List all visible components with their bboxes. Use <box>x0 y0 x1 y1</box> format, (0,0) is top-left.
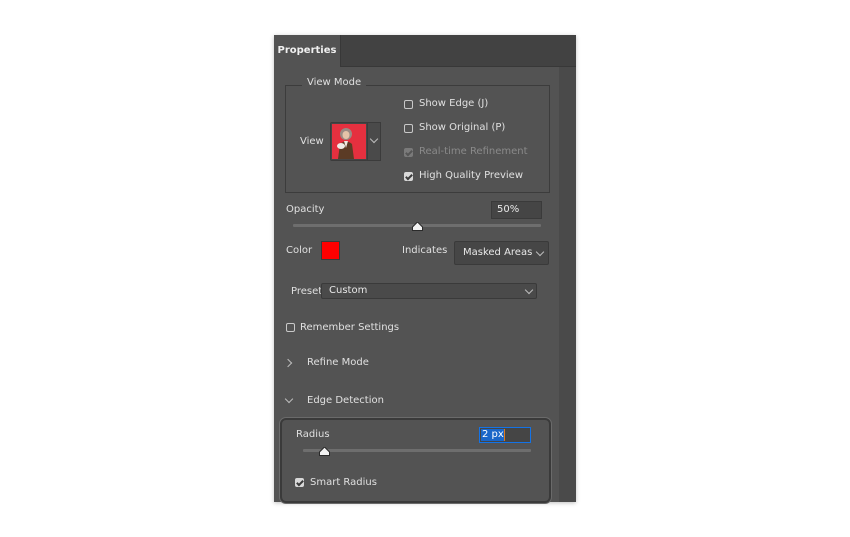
indicates-value: Masked Areas <box>463 247 533 258</box>
remember-settings-checkbox[interactable] <box>286 323 295 332</box>
panel-tab-bar: Properties <box>274 35 576 67</box>
edge-detection-header[interactable]: Edge Detection <box>307 395 384 406</box>
opacity-input[interactable]: 50% <box>491 201 542 219</box>
preset-select[interactable]: Custom <box>321 283 537 299</box>
radius-slider-thumb[interactable] <box>318 446 330 456</box>
high-quality-preview-checkbox[interactable] <box>404 172 413 181</box>
radius-label: Radius <box>296 429 330 440</box>
view-label: View <box>300 136 324 147</box>
view-dropdown-button[interactable] <box>367 122 381 161</box>
color-swatch[interactable] <box>321 241 340 260</box>
opacity-label: Opacity <box>286 204 325 215</box>
chevron-down-icon <box>535 247 545 257</box>
show-edge-label: Show Edge (J) <box>419 98 489 109</box>
radius-value: 2 px <box>481 429 505 441</box>
view-mode-legend: View Mode <box>302 77 367 88</box>
show-original-checkbox[interactable] <box>404 124 413 133</box>
text-caret <box>504 429 505 441</box>
preset-label: Preset <box>291 286 323 297</box>
smart-radius-checkbox[interactable] <box>295 478 304 487</box>
portrait-thumbnail-icon <box>332 124 366 159</box>
indicates-label: Indicates <box>402 245 448 256</box>
chevron-down-icon[interactable] <box>284 394 294 404</box>
show-edge-checkbox[interactable] <box>404 100 413 109</box>
high-quality-preview-label: High Quality Preview <box>419 170 523 181</box>
color-label: Color <box>286 245 313 256</box>
opacity-slider-thumb[interactable] <box>412 221 423 231</box>
realtime-refinement-label: Real-time Refinement <box>419 146 528 157</box>
radius-input[interactable]: 2 px <box>479 427 531 443</box>
smart-radius-label: Smart Radius <box>310 477 377 488</box>
chevron-right-icon[interactable] <box>283 358 293 368</box>
indicates-select[interactable]: Masked Areas <box>454 241 549 265</box>
properties-panel: Properties View Mode View Show Edge (J) … <box>274 35 576 503</box>
chevron-down-icon <box>524 285 534 295</box>
view-thumbnail[interactable] <box>330 122 368 161</box>
refine-mode-header[interactable]: Refine Mode <box>307 357 369 368</box>
show-original-label: Show Original (P) <box>419 122 506 133</box>
radius-slider-track[interactable] <box>303 449 531 452</box>
preset-value: Custom <box>329 285 368 296</box>
remember-settings-label: Remember Settings <box>300 322 400 333</box>
tab-properties[interactable]: Properties <box>274 35 341 67</box>
realtime-refinement-checkbox[interactable] <box>404 148 413 157</box>
chevron-down-icon <box>369 134 379 144</box>
scrollbar[interactable] <box>559 67 576 502</box>
